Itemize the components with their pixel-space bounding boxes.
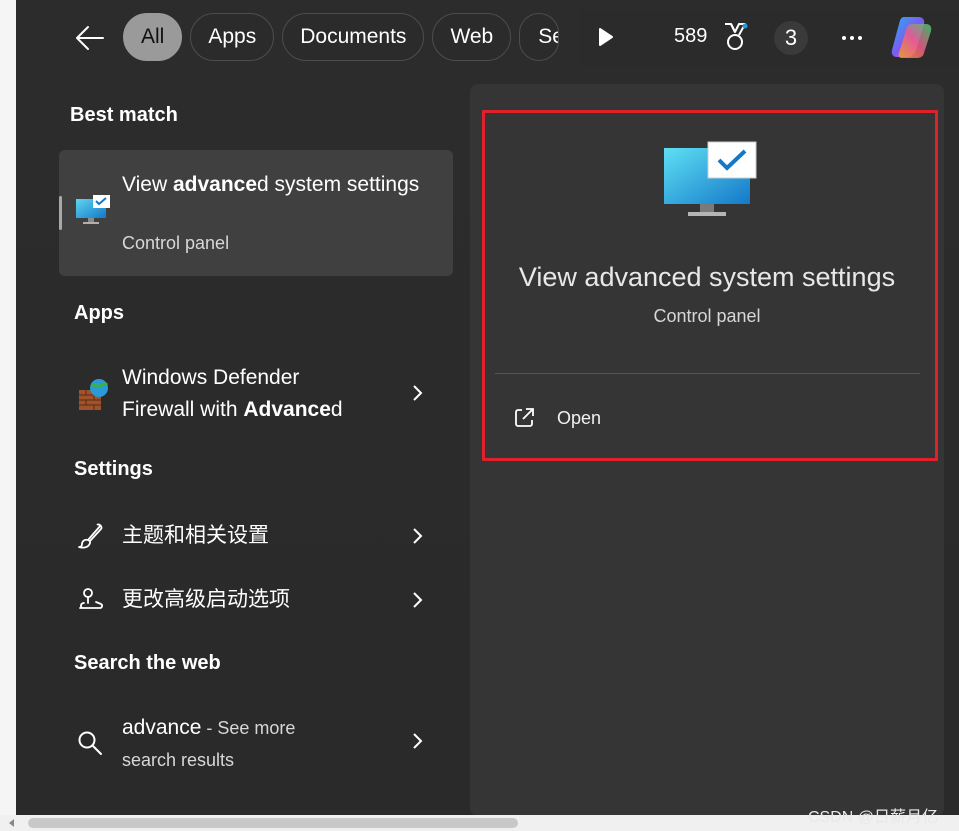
settings-heading: Settings: [74, 458, 153, 480]
best-match-heading: Best match: [70, 104, 178, 126]
startup-icon: [79, 588, 103, 609]
chevron-right-icon[interactable]: [411, 384, 423, 402]
chevron-right-icon[interactable]: [411, 527, 423, 545]
search-web-heading: Search the web: [74, 652, 221, 674]
best-match-result[interactable]: View advanced system settings Control pa…: [59, 150, 453, 276]
web-search-query: advance - See more: [122, 716, 296, 739]
settings-result-theme[interactable]: 主题和相关设置: [59, 514, 453, 558]
best-match-subtitle: Control panel: [122, 233, 230, 253]
copilot-icon[interactable]: [890, 14, 938, 60]
play-icon[interactable]: [596, 26, 616, 48]
annotation-highlight-box: [482, 110, 938, 461]
selection-indicator: [59, 196, 62, 230]
window-edge: [0, 0, 16, 818]
settings-result-label: 更改高级启动选项: [122, 588, 290, 611]
watermark: CSDN @日薪月亿: [808, 809, 939, 826]
web-search-subtitle: search results: [122, 750, 235, 770]
filter-tabs: All Apps Documents Web Se: [123, 13, 560, 63]
tab-documents[interactable]: Documents: [282, 13, 425, 61]
tab-all[interactable]: All: [123, 13, 183, 61]
firewall-icon: [79, 379, 109, 410]
arrow-left-icon: [76, 26, 104, 50]
medal-icon[interactable]: [722, 22, 748, 52]
chevron-right-icon[interactable]: [411, 591, 423, 609]
system-settings-icon: [76, 195, 110, 224]
scrollbar-thumb[interactable]: [28, 818, 518, 828]
tab-settings[interactable]: Se: [519, 13, 560, 61]
apps-heading: Apps: [74, 302, 124, 324]
scroll-left-icon[interactable]: [6, 817, 18, 829]
app-result-title: Windows Defender Firewall with Advanced: [122, 366, 343, 421]
more-options-icon[interactable]: [838, 28, 866, 48]
tab-apps[interactable]: Apps: [190, 13, 275, 61]
count-badge[interactable]: 3: [774, 21, 808, 55]
settings-result-startup[interactable]: 更改高级启动选项: [59, 578, 453, 622]
web-search-result[interactable]: advance - See more search results: [59, 710, 453, 774]
top-bar: All Apps Documents Web Se 589 3: [16, 0, 959, 78]
search-icon: [78, 731, 102, 755]
tab-web[interactable]: Web: [432, 13, 512, 61]
brush-icon: [78, 523, 103, 549]
back-button[interactable]: [72, 20, 108, 56]
settings-result-label: 主题和相关设置: [122, 524, 269, 547]
app-result-firewall[interactable]: Windows Defender Firewall with Advanced: [59, 360, 453, 430]
chevron-right-icon[interactable]: [411, 732, 423, 750]
best-match-title: View advanced system settings: [122, 173, 420, 196]
rewards-points[interactable]: 589: [674, 25, 707, 48]
